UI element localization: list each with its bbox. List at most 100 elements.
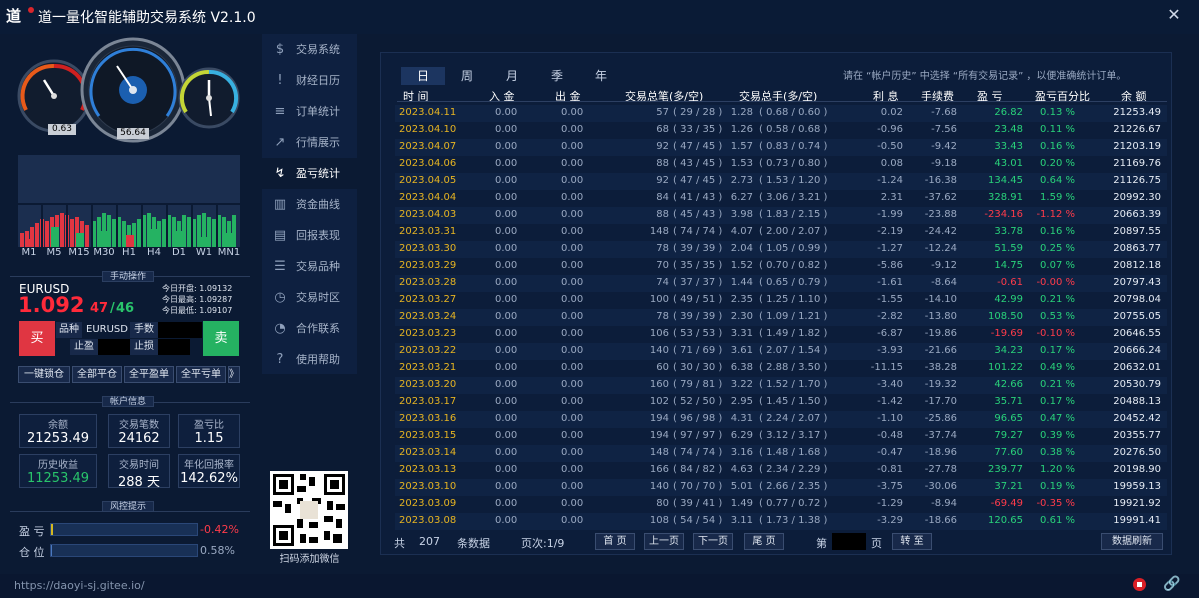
refresh-button[interactable]: 数据刷新	[1101, 533, 1163, 550]
table-cell: ( 3.12 / 3.17 )	[759, 430, 828, 441]
table-cell: 0.00	[561, 464, 584, 475]
hist-box: 历史收益 11253.49	[19, 454, 97, 488]
tab-week[interactable]: 周	[445, 67, 489, 85]
window-title: 道一量化智能辅助交易系统 V2.1.0	[38, 10, 256, 26]
page-number-input[interactable]	[832, 533, 866, 550]
close-profit-button[interactable]: 全平盈单	[124, 366, 174, 383]
tab-quarter[interactable]: 季	[535, 67, 579, 85]
tf-label: M5	[46, 247, 62, 258]
table-cell: ( 1.05 / 0.99 )	[759, 243, 828, 254]
table-cell: 0.00	[561, 107, 584, 118]
lock-all-button[interactable]: 一键锁仓	[18, 366, 70, 383]
column-chart-icon: ▤	[273, 228, 287, 243]
table-cell: -25.86	[924, 413, 957, 424]
table-cell: ( 53 / 53 )	[673, 328, 723, 339]
tab-month[interactable]: 月	[490, 67, 534, 85]
table-cell: 0.00	[495, 192, 518, 203]
table-cell: -1.12 %	[1036, 209, 1075, 220]
table-cell: 20646.55	[1113, 328, 1161, 339]
table-cell: -7.56	[931, 124, 957, 135]
table-cell: 2.04	[730, 243, 753, 254]
tab-year[interactable]: 年	[579, 67, 623, 85]
table-cell: 2023.03.08	[399, 515, 457, 526]
tab-day[interactable]: 日	[401, 67, 445, 85]
table-cell: 2023.03.21	[399, 362, 457, 373]
last-page-button[interactable]: 尾 页	[744, 533, 784, 550]
table-cell: 80	[656, 498, 669, 509]
tf-label: H1	[122, 247, 136, 258]
stop-icon[interactable]	[1133, 578, 1146, 591]
close-loss-button[interactable]: 全平亏单	[176, 366, 226, 383]
tp-input[interactable]	[98, 339, 130, 355]
nav-item-contact[interactable]: ◔ 合作联系	[262, 313, 357, 344]
today-low: 今日最低: 1.09107	[162, 306, 233, 315]
table-cell: 21253.49	[1113, 107, 1161, 118]
table-cell: 148	[649, 226, 669, 237]
table-cell: 148	[649, 447, 669, 458]
table-cell: 3.98	[730, 209, 753, 220]
table-cell: ( 29 / 28 )	[673, 107, 723, 118]
nav-item-symbols[interactable]: ☰ 交易品种	[262, 251, 357, 282]
next-page-button[interactable]: 下一页	[693, 533, 733, 550]
table-cell: 0.00	[495, 379, 518, 390]
tf-label: M30	[93, 247, 115, 258]
table-cell: 194	[649, 413, 669, 424]
link-icon[interactable]: 🔗	[1163, 576, 1181, 592]
table-row: 2023.03.28 0.00 0.00 74 ( 37 / 37 ) 1.44 ( 0.6…	[395, 275, 1167, 292]
table-cell: 0.00	[561, 345, 584, 356]
table-cell: 2023.04.06	[399, 158, 457, 169]
table-cell: 239.77	[988, 464, 1023, 475]
table-cell: 20812.18	[1113, 260, 1161, 271]
goto-suffix: 页	[871, 537, 882, 550]
table-cell: 20897.55	[1113, 226, 1161, 237]
clock-icon: ◷	[274, 290, 286, 305]
nav-item-help[interactable]: ? 使用帮助	[262, 344, 357, 375]
table-cell: 1.52	[730, 260, 753, 271]
section-manual: 手动操作	[102, 271, 154, 282]
table-row: 2023.03.29 0.00 0.00 70 ( 35 / 35 ) 1.52 ( 0.7…	[395, 258, 1167, 275]
nav-item-timezone[interactable]: ◷ 交易时区	[262, 282, 357, 313]
annual-label: 年化回报率	[184, 460, 234, 471]
table-cell: ( 2.24 / 2.07 )	[759, 413, 828, 424]
more-button[interactable]: 》	[228, 366, 240, 383]
table-cell: 3.16	[730, 447, 753, 458]
nav-item-trading-system[interactable]: $ 交易系统	[262, 34, 357, 65]
symbol-field[interactable]: EURUSD	[84, 322, 130, 338]
table-cell: 0.00	[561, 498, 584, 509]
table-cell: 1.59 %	[1040, 192, 1075, 203]
goto-button[interactable]: 转 至	[892, 533, 932, 550]
table-cell: -37.62	[924, 192, 957, 203]
sl-input[interactable]	[158, 339, 190, 355]
table-cell: 0.00	[561, 209, 584, 220]
close-all-button[interactable]: 全部平仓	[72, 366, 122, 383]
nav-item-order-stats[interactable]: ≡ 订单统计	[262, 96, 357, 127]
table-cell: ( 97 / 97 )	[673, 430, 723, 441]
table-cell: 134.45	[988, 175, 1023, 186]
first-page-button[interactable]: 首 页	[595, 533, 635, 550]
risk-pl-bar	[50, 523, 198, 536]
nav-item-market[interactable]: ↗ 行情展示	[262, 127, 357, 158]
table-cell: 2023.04.05	[399, 175, 457, 186]
table-cell: 1.26	[730, 124, 753, 135]
lots-input[interactable]	[158, 322, 202, 338]
table-cell: ( 2.00 / 2.07 )	[759, 226, 828, 237]
sell-button[interactable]: 卖	[203, 321, 239, 356]
prev-page-button[interactable]: 上一页	[644, 533, 684, 550]
nav-item-calendar[interactable]: ! 财经日历	[262, 65, 357, 96]
table-cell: 2023.03.14	[399, 447, 457, 458]
table-cell: ( 30 / 30 )	[673, 362, 723, 373]
status-url[interactable]: https://daoyi-sj.gitee.io/	[14, 579, 145, 592]
risk-pos-label: 仓 位	[19, 546, 45, 559]
nav-item-equity-curve[interactable]: ▥ 资金曲线	[262, 189, 357, 220]
table-cell: 0.61 %	[1040, 515, 1075, 526]
nav-item-pl-stats[interactable]: ↯ 盈亏统计	[262, 158, 357, 189]
close-icon[interactable]: ✕	[1162, 4, 1186, 26]
left-gauge-value: 0.63	[48, 124, 76, 135]
buy-button[interactable]: 买	[19, 321, 55, 356]
table-cell: ( 0.65 / 0.79 )	[759, 277, 828, 288]
table-row: 2023.03.13 0.00 0.00 166 ( 84 / 82 ) 4.63 ( 2.…	[395, 462, 1167, 479]
table-cell: ( 74 / 74 )	[673, 447, 723, 458]
table-cell: 33.78	[994, 226, 1023, 237]
table-cell: 57	[656, 107, 669, 118]
nav-item-returns[interactable]: ▤ 回报表现	[262, 220, 357, 251]
